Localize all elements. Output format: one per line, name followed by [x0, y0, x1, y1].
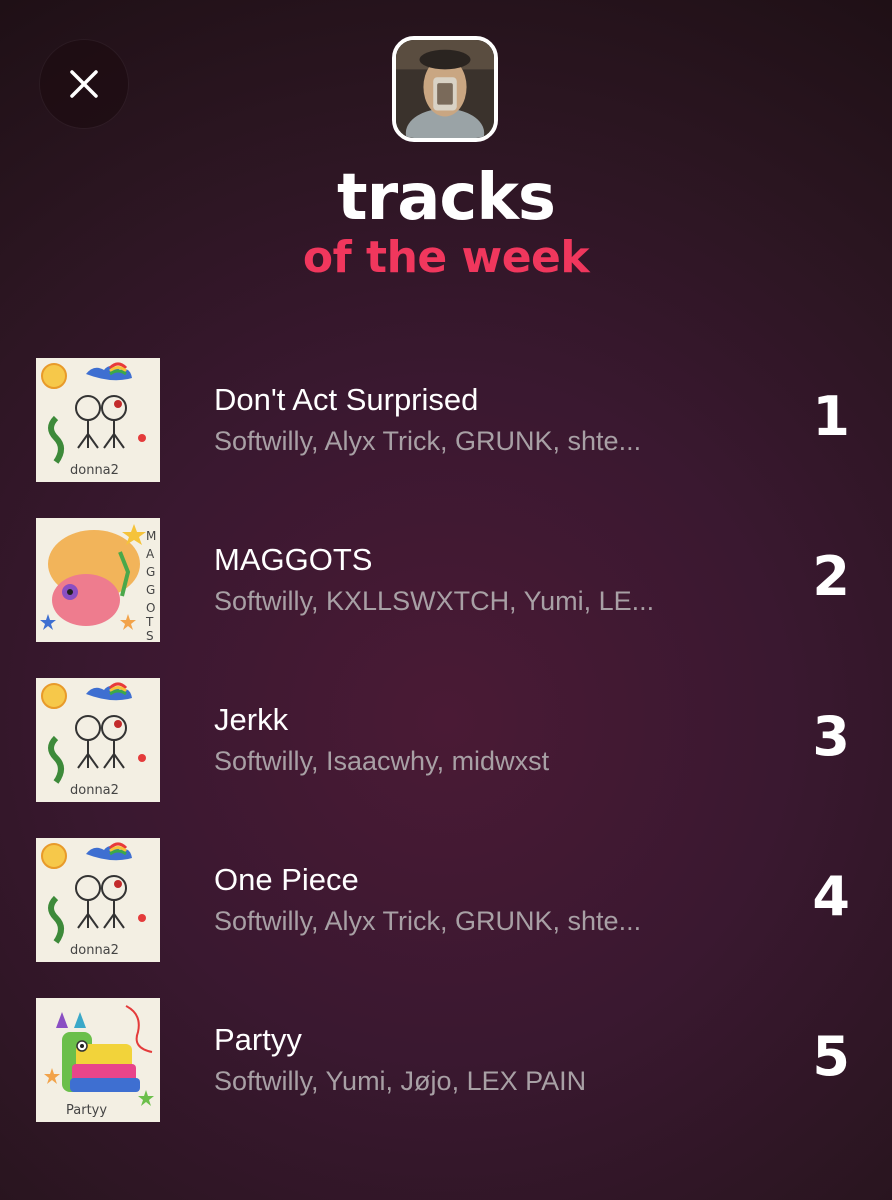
track-row[interactable]: M A G G O T S MAGGOTS Softwilly, KXLLSWX… [0, 516, 892, 676]
close-button[interactable] [40, 40, 128, 128]
svg-text:G: G [146, 583, 155, 597]
track-artists: Softwilly, Yumi, Jøjo, LEX PAIN [214, 1066, 587, 1096]
svg-text:donna2: donna2 [70, 463, 119, 478]
svg-text:M: M [146, 529, 156, 543]
svg-text:S: S [146, 629, 154, 642]
track-rank: 3 [812, 705, 850, 768]
track-title: Don't Act Surprised [214, 382, 479, 417]
track-title: One Piece [214, 862, 359, 897]
album-cover: Partyy [36, 998, 160, 1122]
track-rank: 5 [812, 1025, 850, 1088]
track-title: MAGGOTS [214, 542, 373, 577]
track-row[interactable]: Partyy Partyy Softwilly, Yumi, Jøjo, LEX… [0, 996, 892, 1156]
track-artists: Softwilly, KXLLSWXTCH, Yumi, LE... [214, 586, 655, 616]
track-title: Partyy [214, 1022, 302, 1057]
album-cover: donna2 [36, 838, 160, 962]
profile-avatar [392, 36, 498, 142]
svg-text:donna2: donna2 [70, 783, 119, 798]
track-artists: Softwilly, Isaacwhy, midwxst [214, 746, 550, 776]
svg-text:donna2: donna2 [70, 943, 119, 958]
svg-text:O: O [146, 601, 155, 615]
track-artists: Softwilly, Alyx Trick, GRUNK, shte... [214, 906, 642, 936]
track-rank: 4 [812, 865, 850, 928]
track-row[interactable]: donna2 Don't Act Surprised Softwilly, Al… [0, 356, 892, 516]
track-list: donna2 Don't Act Surprised Softwilly, Al… [0, 356, 892, 1156]
track-row[interactable]: donna2 Jerkk Softwilly, Isaacwhy, midwxs… [0, 676, 892, 836]
album-cover: donna2 [36, 678, 160, 802]
track-row[interactable]: donna2 One Piece Softwilly, Alyx Trick, … [0, 836, 892, 996]
page-title: tracks [337, 161, 556, 235]
track-artists: Softwilly, Alyx Trick, GRUNK, shte... [214, 426, 642, 456]
track-rank: 2 [812, 545, 850, 608]
page-subtitle: of the week [302, 232, 590, 283]
track-rank: 1 [812, 385, 850, 448]
album-cover: M A G G O T S [36, 518, 160, 642]
svg-text:A: A [146, 547, 155, 561]
close-icon [70, 70, 98, 98]
svg-text:T: T [145, 615, 154, 629]
svg-text:G: G [146, 565, 155, 579]
album-cover: donna2 [36, 358, 160, 482]
track-title: Jerkk [214, 702, 289, 737]
svg-text:Partyy: Partyy [66, 1103, 107, 1118]
